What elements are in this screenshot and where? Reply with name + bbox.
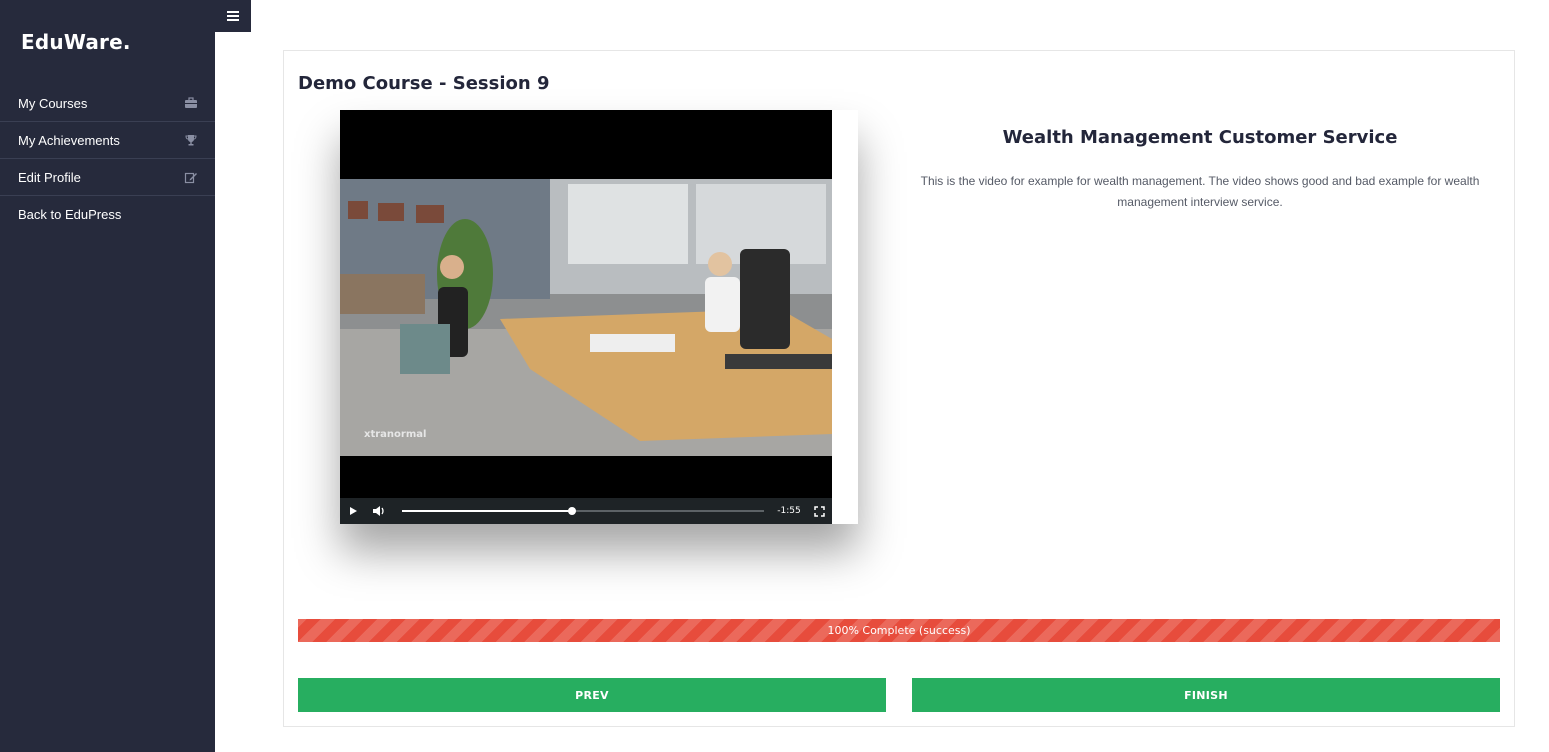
briefcase-icon xyxy=(184,96,198,110)
brand-logo[interactable]: EduWare. xyxy=(21,30,131,54)
prev-button[interactable]: PREV xyxy=(298,678,886,712)
seek-progress xyxy=(402,510,573,512)
sidebar-item-my-courses[interactable]: My Courses xyxy=(0,85,215,122)
svg-text:xtranormal: xtranormal xyxy=(364,429,426,440)
video-frame: xtranormal xyxy=(340,179,832,456)
video-controls: -1:55 xyxy=(340,498,832,524)
volume-icon xyxy=(373,506,384,516)
fullscreen-icon xyxy=(813,505,825,517)
sidebar: EduWare. My Courses My Achievements Edit… xyxy=(0,0,215,752)
video-seek-bar[interactable] xyxy=(402,498,764,524)
time-remaining: -1:55 xyxy=(777,506,801,516)
sidebar-item-edit-profile[interactable]: Edit Profile xyxy=(0,159,215,196)
play-button[interactable] xyxy=(340,498,366,524)
video-title: Wealth Management Customer Service xyxy=(1002,127,1398,148)
hamburger-icon xyxy=(227,11,239,21)
seek-handle[interactable] xyxy=(568,507,577,515)
sidebar-item-label: Edit Profile xyxy=(18,169,81,185)
sidebar-nav: My Courses My Achievements Edit Profile … xyxy=(0,85,215,233)
play-icon xyxy=(350,507,357,515)
volume-button[interactable] xyxy=(366,498,392,524)
course-card: Demo Course - Session 9 xtranormal -1:55… xyxy=(283,50,1515,727)
sidebar-item-back-to-edupress[interactable]: Back to EduPress xyxy=(0,196,215,233)
video-description: This is the video for example for wealth… xyxy=(920,174,1480,209)
fullscreen-button[interactable] xyxy=(806,498,832,524)
trophy-icon xyxy=(184,133,198,147)
edit-icon xyxy=(184,170,198,184)
finish-button[interactable]: FINISH xyxy=(912,678,1500,712)
page-title: Demo Course - Session 9 xyxy=(298,73,550,94)
sidebar-item-label: My Achievements xyxy=(18,132,120,148)
video-player[interactable]: xtranormal -1:55 xyxy=(340,110,832,524)
sidebar-item-label: My Courses xyxy=(18,95,88,111)
course-progress-bar: 100% Complete (success) xyxy=(298,619,1500,642)
sidebar-item-label: Back to EduPress xyxy=(18,207,122,222)
menu-toggle-button[interactable] xyxy=(215,0,251,32)
sidebar-item-my-achievements[interactable]: My Achievements xyxy=(0,122,215,159)
progress-label: 100% Complete (success) xyxy=(827,624,971,637)
